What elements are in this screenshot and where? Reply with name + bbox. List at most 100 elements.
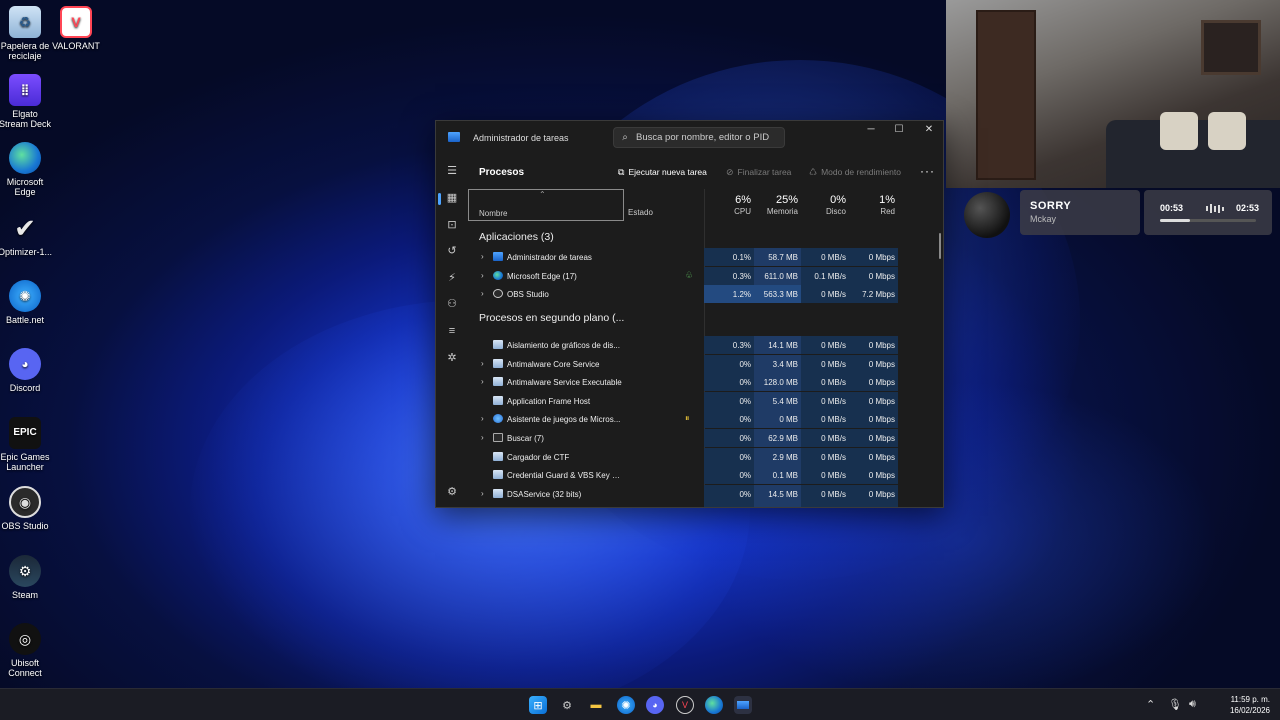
search-icon: ⌕ [622,132,628,143]
process-row[interactable]: Application Frame Host 0% 5.4 MB 0 MB/s 0 Mb… [468,391,943,410]
speaker-icon[interactable]: 🔊︎ [1189,698,1196,711]
task-manager-icon [448,132,460,142]
process-row[interactable]: › Antimalware Core Service 0% 3.4 MB 0 MB/s 0… [468,354,943,373]
disk-cell: 0 MB/s [801,503,849,507]
run-new-task-button[interactable]: ⧉ Ejecutar nueva tarea [618,165,707,179]
search-box[interactable]: ⌕ [613,127,785,148]
chevron-right-icon[interactable]: › [481,252,484,261]
window-title: Administrador de tareas [473,133,569,143]
process-row[interactable]: Credential Guard & VBS Key Is... 0% 0.1 MB… [468,466,943,485]
disk-cell: 0.1 MB/s [801,266,849,285]
efficiency-leaf-icon: ♧ [685,269,694,280]
disk-cell: 0 MB/s [801,248,849,266]
settings-nav-icon[interactable]: ⚙ [444,484,460,500]
desktop-icon-valorant[interactable]: V VALORANT [48,6,104,51]
task-manager-icon[interactable] [734,696,752,714]
edge-icon[interactable] [705,696,723,714]
network-cell: 0 Mbps [849,373,898,392]
desktop-icon-obs[interactable]: ◉ OBS Studio [0,486,53,531]
process-row[interactable]: › Microsoft Edge (17) ♧ 0.3% 611.0 MB 0.1 MB/… [468,266,943,285]
network-cell: 0 Mbps [849,410,898,429]
process-row[interactable]: ›DSAUpdateService (32 bits)0%3.2 MB0 MB/… [468,503,943,508]
hamburger-menu-icon[interactable]: ☰ [444,163,460,179]
performance-nav-icon[interactable]: ⊡ [444,217,460,233]
battlenet-icon[interactable]: ✺ [617,696,635,714]
chevron-right-icon[interactable]: › [481,359,484,368]
nav-sidebar: ☰ ▦ ⊡ ↺ ⚡ ⚇ ≡ ✲ ⚙ [436,161,468,507]
stream-deck-icon: ⣿ [9,74,41,106]
process-row[interactable]: › Asistente de juegos de Micros... ⏸ 0% 0 MB… [468,410,943,429]
group-header-background[interactable]: Procesos en segundo plano (... [479,312,624,324]
desktop-icon-ubisoft[interactable]: ◎ Ubisoft Connect [0,623,53,678]
more-options-button[interactable]: ··· [920,164,935,178]
column-cpu[interactable]: 6% CPU [704,189,754,221]
column-memory[interactable]: 25% Memoria [754,189,801,221]
desktop-icon-discord[interactable]: ◕ Discord [0,348,53,393]
track-info: SORRY Mckay [1020,190,1140,235]
network-cell: 0 Mbps [849,248,898,266]
cpu-cell: 0% [704,447,754,466]
column-disk[interactable]: 0% Disco [801,189,849,221]
maximize-button[interactable]: ☐ [884,121,914,139]
page-title: Procesos [479,167,525,178]
process-icon [493,488,503,498]
processes-nav-icon[interactable]: ▦ [444,190,460,206]
chevron-right-icon[interactable]: › [481,377,484,386]
efficiency-mode-button[interactable]: ♺ Modo de rendimiento [809,165,901,179]
process-row[interactable]: Aislamiento de gráficos de dis... 0.3% 14.… [468,336,943,354]
valorant-icon[interactable]: V [676,696,694,714]
startup-apps-nav-icon[interactable]: ⚡ [444,270,460,286]
title-bar[interactable]: Administrador de tareas ⌕ ─ ☐ ✕ [436,121,943,153]
process-row[interactable]: › DSAService (32 bits) 0% 14.5 MB 0 MB/s 0 Mb… [468,484,943,503]
system-clock[interactable]: 11:59 p. m. 16/02/2026 [1222,694,1270,716]
desktop-icon-stream-deck[interactable]: ⣿ Elgato Stream Deck [0,74,53,129]
chevron-right-icon[interactable]: › [481,433,484,442]
start-icon[interactable]: ⊞ [529,696,547,714]
app-history-nav-icon[interactable]: ↺ [444,243,460,259]
chevron-right-icon[interactable]: › [481,271,484,280]
scrollbar[interactable] [939,233,941,259]
discord-icon[interactable]: ◕ [646,696,664,714]
desktop-icon-recycle-bin[interactable]: ♻ Papelera de reciclaje [0,6,53,61]
process-row[interactable]: › Administrador de tareas 0.1% 58.7 MB 0 MB/… [468,248,943,266]
desktop-icon-battlenet[interactable]: ✺ Battle.net [0,280,53,325]
memory-cell: 2.9 MB [754,447,801,466]
desktop-icon-steam[interactable]: ⚙ Steam [0,555,53,600]
cpu-cell: 0.1% [704,248,754,266]
microphone-icon[interactable]: 🎙︎ [1168,698,1182,711]
process-row[interactable]: Cargador de CTF 0% 2.9 MB 0 MB/s 0 Mbps [468,447,943,466]
process-name: DSAService (32 bits) [507,489,582,499]
chevron-right-icon[interactable]: › [481,489,484,498]
end-task-button[interactable]: ⊘ Finalizar tarea [726,165,791,179]
process-row[interactable]: › Antimalware Service Executable 0% 128.0 M… [468,373,943,392]
settings-icon[interactable]: ⚙ [558,696,576,714]
track-artist: Mckay [1030,214,1057,224]
column-name[interactable]: ⌃ Nombre [468,189,624,221]
valorant-icon: V [60,6,92,38]
chevron-right-icon[interactable]: › [481,289,484,298]
chevron-right-icon[interactable]: › [481,414,484,423]
file-explorer-icon[interactable]: ▬ [587,696,605,714]
desktop-icon-epic-games[interactable]: EPIC Epic Games Launcher [0,417,53,472]
search-input[interactable] [636,132,784,143]
minimize-button[interactable]: ─ [856,121,886,139]
details-nav-icon[interactable]: ≡ [444,323,460,339]
cpu-cell: 0.3% [704,336,754,354]
disk-cell: 0 MB/s [801,429,849,447]
group-header-apps[interactable]: Aplicaciones (3) [479,231,554,243]
disk-cell: 0 MB/s [801,447,849,466]
toolbar: Procesos ⧉ Ejecutar nueva tarea ⊘ Finali… [468,161,943,183]
process-row[interactable]: › OBS Studio 1.2% 563.3 MB 0 MB/s 7.2 Mbps [468,285,943,304]
chevron-right-icon[interactable]: › [481,507,484,508]
desktop-icon-optimizer[interactable]: ✔ Optimizer-1... [0,212,53,257]
users-nav-icon[interactable]: ⚇ [444,296,460,312]
network-cell: 0 Mbps [849,266,898,285]
column-status[interactable]: Estado [628,208,653,217]
chevron-up-icon[interactable]: ⌃ [1146,698,1155,711]
services-nav-icon[interactable]: ✲ [444,350,460,366]
process-row[interactable]: › Buscar (7) 0% 62.9 MB 0 MB/s 0 Mbps [468,429,943,447]
desktop-icon-edge[interactable]: Microsoft Edge [0,142,53,197]
close-button[interactable]: ✕ [914,121,943,139]
column-network[interactable]: 1% Red [849,189,898,221]
now-playing-widget: SORRY Mckay 00:53 02:53 [960,188,1280,238]
